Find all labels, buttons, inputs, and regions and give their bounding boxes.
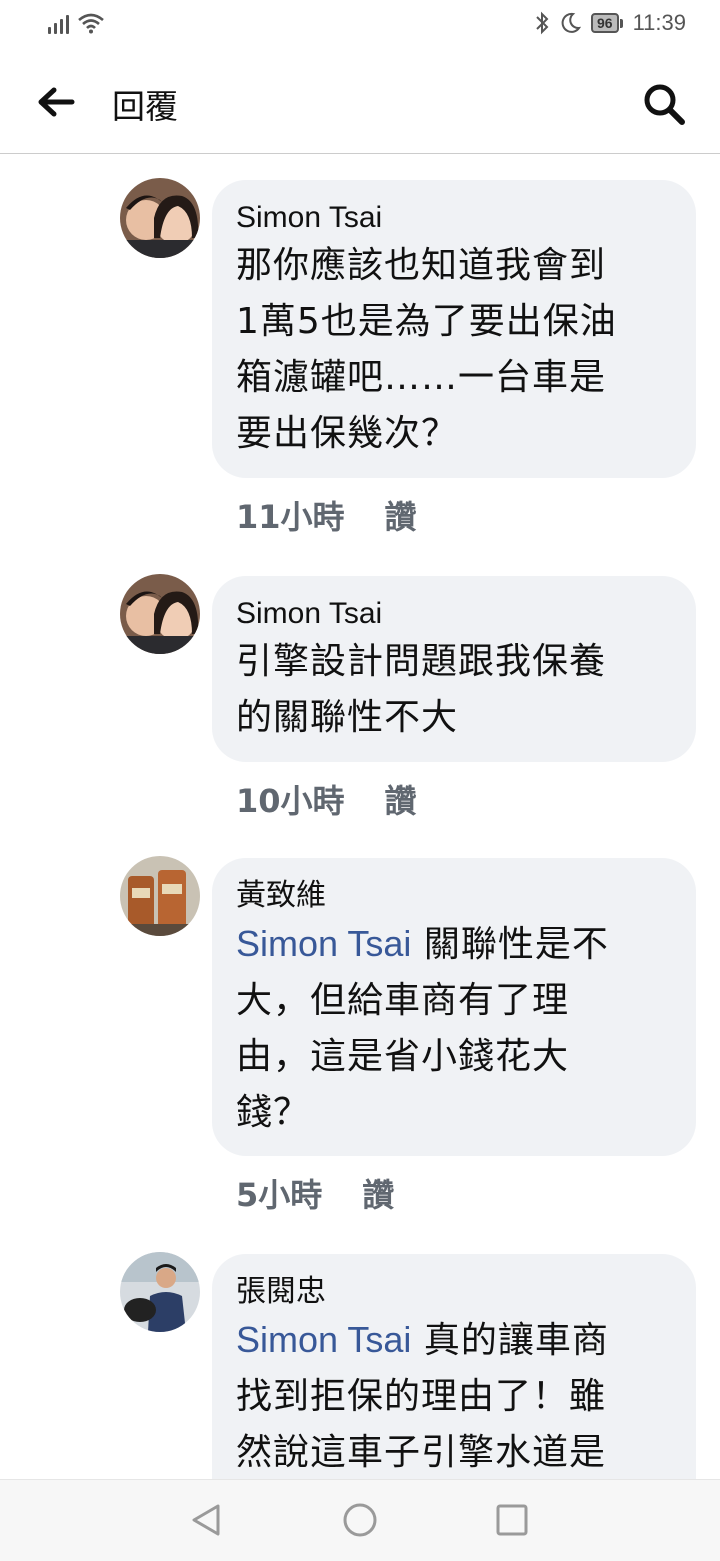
- like-button[interactable]: 讚: [362, 1170, 394, 1216]
- nav-home-button[interactable]: [340, 1500, 380, 1540]
- comment-line: 箱濾罐吧……一台車是: [236, 357, 607, 398]
- comment-author[interactable]: 黃致維: [236, 876, 672, 916]
- comment-author[interactable]: Simon Tsai: [236, 594, 672, 634]
- comment-text: Simon Tsai 真的讓車商 找到拒保的理由了！雖 然說這車子引擎水道是: [236, 1312, 672, 1479]
- battery-level: 96: [591, 13, 619, 33]
- triangle-back-icon: [192, 1504, 220, 1536]
- comment-bubble: Simon Tsai 那你應該也知道我會到 1萬5也是為了要出保油 箱濾罐吧………: [212, 180, 696, 478]
- comment-bubble: 張閱忠 Simon Tsai 真的讓車商 找到拒保的理由了！雖 然說這車子引擎水…: [212, 1254, 696, 1479]
- comment-line: 的關聯性不大: [236, 697, 459, 738]
- comment-meta: 11小時 讚: [236, 492, 417, 538]
- comment-line: 那你應該也知道我會到: [236, 245, 607, 286]
- comment-line: 要出保幾次？: [236, 413, 459, 454]
- avatar[interactable]: [120, 1252, 200, 1332]
- signal-icon: [48, 12, 69, 34]
- comment-line-rest: 真的讓車商: [411, 1320, 609, 1361]
- comment-line-rest: 關聯性是不: [411, 924, 609, 965]
- comment-timestamp[interactable]: 11小時: [236, 492, 345, 538]
- mention-link[interactable]: Simon Tsai: [236, 1319, 411, 1360]
- nav-back-button[interactable]: [186, 1500, 226, 1540]
- system-nav-bar: [0, 1479, 720, 1561]
- arrow-left-icon: [38, 87, 75, 117]
- avatar[interactable]: [120, 856, 200, 936]
- moon-icon: [561, 12, 581, 33]
- comment-line: 1萬5也是為了要出保油: [236, 301, 617, 342]
- status-right: 96 11:39: [535, 10, 686, 36]
- like-button[interactable]: 讚: [385, 776, 417, 822]
- comment-meta: 5小時 讚: [236, 1170, 394, 1216]
- circle-home-icon: [343, 1503, 377, 1537]
- comment-timestamp[interactable]: 5小時: [236, 1170, 322, 1216]
- comment-line: 錢？: [236, 1092, 311, 1133]
- bluetooth-icon: [536, 11, 549, 35]
- comment-line: 然說這車子引擎水道是: [236, 1432, 607, 1473]
- clock: 11:39: [632, 10, 686, 35]
- comment-author[interactable]: 張閱忠: [236, 1272, 672, 1312]
- square-recent-icon: [496, 1504, 528, 1536]
- page-title: 回覆: [112, 87, 178, 126]
- status-bar: 96 11:39: [0, 0, 720, 50]
- battery-icon: 96: [591, 13, 623, 33]
- nav-recent-button[interactable]: [492, 1500, 532, 1540]
- comment-author[interactable]: Simon Tsai: [236, 198, 672, 238]
- comment-list: Simon Tsai 那你應該也知道我會到 1萬5也是為了要出保油 箱濾罐吧………: [0, 154, 720, 1479]
- comment-meta: 10小時 讚: [236, 776, 417, 822]
- wifi-icon: [78, 13, 104, 34]
- comment-line: 引擎設計問題跟我保養: [236, 641, 607, 682]
- avatar[interactable]: [120, 574, 200, 654]
- comment-line: 找到拒保的理由了！雖: [236, 1376, 607, 1417]
- search-button[interactable]: [640, 80, 688, 128]
- like-button[interactable]: 讚: [385, 492, 417, 538]
- search-icon: [644, 84, 685, 125]
- comment-text: 引擎設計問題跟我保養 的關聯性不大: [236, 634, 672, 746]
- avatar[interactable]: [120, 178, 200, 258]
- comment-bubble: 黃致維 Simon Tsai 關聯性是不 大，但給車商有了理 由，這是省小錢花大…: [212, 858, 696, 1156]
- comment-timestamp[interactable]: 10小時: [236, 776, 345, 822]
- status-left: [48, 12, 105, 34]
- comment-line: Simon Tsai 真的讓車商: [236, 1312, 672, 1369]
- comment-line: 大，但給車商有了理: [236, 980, 570, 1021]
- comment-line: Simon Tsai 關聯性是不: [236, 916, 672, 973]
- comment-bubble: Simon Tsai 引擎設計問題跟我保養 的關聯性不大: [212, 576, 696, 762]
- back-button[interactable]: [34, 82, 78, 122]
- comment-line: 由，這是省小錢花大: [236, 1036, 570, 1077]
- comment-text: 那你應該也知道我會到 1萬5也是為了要出保油 箱濾罐吧……一台車是 要出保幾次？: [236, 238, 672, 462]
- app-bar: 回覆: [0, 50, 720, 154]
- mention-link[interactable]: Simon Tsai: [236, 923, 411, 964]
- comment-text: Simon Tsai 關聯性是不 大，但給車商有了理 由，這是省小錢花大 錢？: [236, 916, 672, 1141]
